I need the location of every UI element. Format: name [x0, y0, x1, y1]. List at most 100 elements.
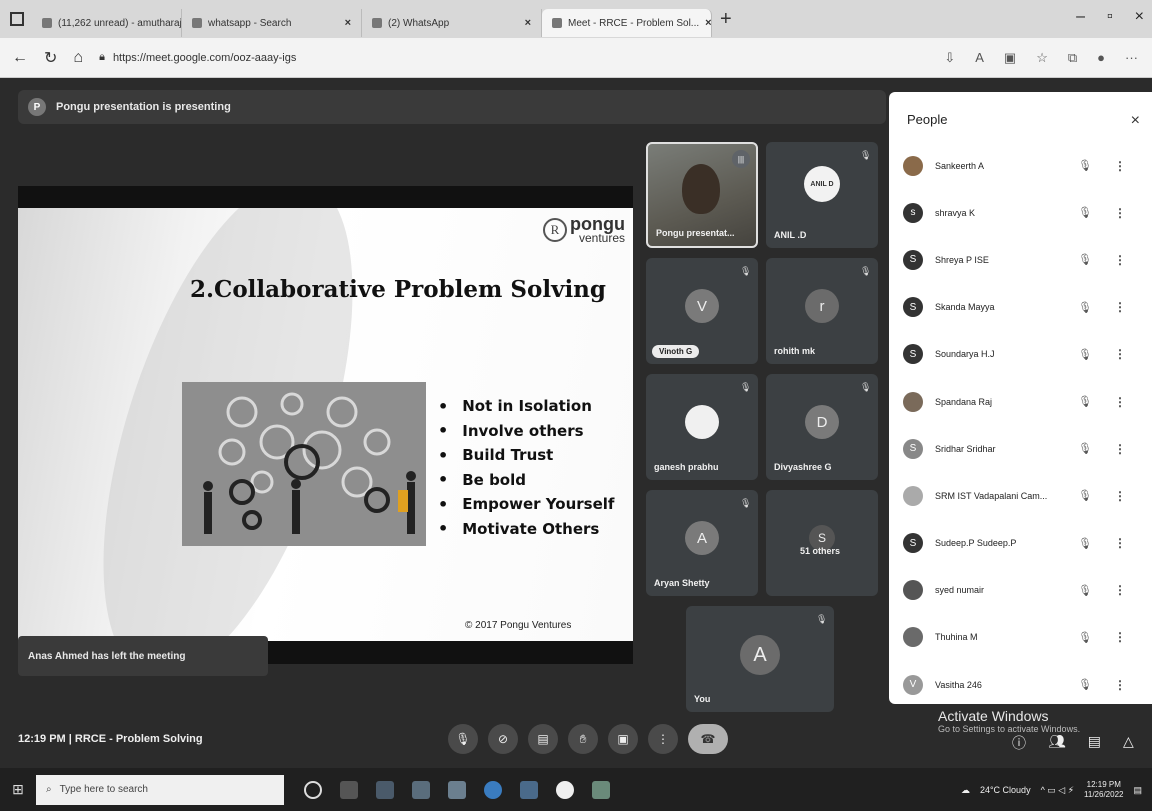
participant-row[interactable]: S Shreya P ISE 🎙︎ ⋮ — [889, 236, 1152, 283]
tab-meet[interactable]: Meet - RRCE - Problem Sol... × — [542, 9, 712, 37]
tray-icons[interactable]: ^ ▭ ◁ ⚡︎ — [1041, 785, 1074, 796]
taskbar-apps — [304, 780, 610, 799]
chat-icon[interactable]: ▤ — [1088, 733, 1101, 753]
edge-icon[interactable] — [484, 780, 502, 799]
raise-hand-icon[interactable]: ✋︎ — [568, 724, 598, 754]
mic-off-icon: 🎙︎ — [740, 382, 752, 392]
participant-avatar: A — [685, 521, 719, 555]
more-vert-icon[interactable]: ⋮ — [1114, 206, 1126, 220]
participant-tile-anil[interactable]: 🎙︎ ANIL D ANIL .D — [766, 142, 878, 248]
participant-row[interactable]: S Sridhar Sridhar 🎙︎ ⋮ — [889, 425, 1152, 472]
more-icon[interactable]: ··· — [1125, 50, 1138, 66]
new-tab-button[interactable]: + — [720, 8, 732, 31]
participant-name: Shreya P ISE — [935, 254, 989, 265]
participant-tile-you[interactable]: 🎙︎ A You — [686, 606, 834, 712]
more-vert-icon[interactable]: ⋮ — [1114, 347, 1126, 361]
close-icon[interactable]: × — [345, 17, 351, 29]
close-icon[interactable]: × — [1131, 112, 1140, 130]
activities-icon[interactable]: △ — [1123, 733, 1134, 753]
file-explorer-icon[interactable] — [448, 780, 466, 799]
minimize-icon[interactable]: – — [1076, 8, 1085, 26]
captions-icon[interactable]: ▤ — [528, 724, 558, 754]
participant-row[interactable]: Sankeerth A 🎙︎ ⋮ — [889, 142, 1152, 189]
more-vert-icon[interactable]: ⋮ — [648, 724, 678, 754]
camera-off-icon[interactable]: ⊘ — [488, 724, 518, 754]
mic-off-icon[interactable]: 🎙︎ — [448, 724, 478, 754]
activate-title: Activate Windows — [938, 708, 1049, 724]
more-vert-icon[interactable]: ⋮ — [1114, 536, 1126, 550]
maximize-icon[interactable]: ▫ — [1107, 8, 1113, 26]
participant-row[interactable]: Spandana Raj 🎙︎ ⋮ — [889, 378, 1152, 425]
participant-row[interactable]: s shravya K 🎙︎ ⋮ — [889, 189, 1152, 236]
taskbar-search[interactable]: ⌕ Type here to search — [36, 774, 284, 805]
mic-off-icon: 🎙︎ — [1078, 443, 1092, 456]
refresh-icon[interactable]: ↻ — [44, 48, 57, 68]
participant-avatar: V — [903, 674, 923, 695]
participant-tile-vinoth[interactable]: 🎙︎ V Vinoth G — [646, 258, 758, 364]
present-icon[interactable]: ▣ — [608, 724, 638, 754]
more-vert-icon[interactable]: ⋮ — [1114, 159, 1126, 173]
bullet-item: Not in Isolation — [438, 394, 614, 419]
participant-row[interactable]: SRM IST Vadapalani Cam... 🎙︎ ⋮ — [889, 472, 1152, 519]
favorites-icon[interactable]: ☆ — [1036, 50, 1048, 66]
people-icon[interactable]: 👥︎ — [1048, 733, 1066, 753]
participant-row[interactable]: S Skanda Mayya 🎙︎ ⋮ — [889, 284, 1152, 331]
cortana-icon[interactable] — [304, 780, 322, 799]
profile-icon[interactable]: ● — [1097, 50, 1105, 66]
participant-row[interactable]: Thuhina M 🎙︎ ⋮ — [889, 614, 1152, 661]
participant-avatar: S — [903, 249, 923, 270]
participant-row[interactable]: V Vasitha 246 🎙︎ ⋮ — [889, 661, 1152, 704]
tile-name: ANIL .D — [774, 230, 807, 240]
tab-icon[interactable]: ▣ — [1004, 50, 1016, 66]
close-icon[interactable]: × — [525, 17, 531, 29]
mail-icon[interactable] — [520, 780, 538, 799]
windows-start-icon[interactable]: ⊞ — [0, 781, 36, 798]
close-icon[interactable]: × — [1135, 8, 1144, 26]
more-vert-icon[interactable]: ⋮ — [1114, 630, 1126, 644]
home-icon[interactable]: ⌂ — [73, 49, 83, 67]
notifications-icon[interactable]: ▤ — [1133, 785, 1142, 796]
participant-tile-aryan[interactable]: 🎙︎ A Aryan Shetty — [646, 490, 758, 596]
participant-tile-ganesh[interactable]: 🎙︎ ganesh prabhu — [646, 374, 758, 480]
participant-row[interactable]: S Sudeep.P Sudeep.P 🎙︎ ⋮ — [889, 520, 1152, 567]
participant-row[interactable]: S Soundarya H.J 🎙︎ ⋮ — [889, 331, 1152, 378]
participant-tile-divyashree[interactable]: 🎙︎ D Divyashree G — [766, 374, 878, 480]
end-call-icon[interactable]: ☎︎ — [688, 724, 728, 754]
more-vert-icon[interactable]: ⋮ — [1114, 395, 1126, 409]
tab-whatsapp[interactable]: (2) WhatsApp × — [362, 9, 542, 37]
logo-brand: pongu — [570, 214, 625, 234]
download-icon[interactable]: ⇩ — [944, 50, 955, 66]
back-icon[interactable]: ← — [12, 49, 28, 67]
task-view-icon[interactable] — [340, 780, 358, 799]
meet-icon — [552, 18, 562, 28]
participant-avatar — [903, 485, 923, 506]
participant-name: Sridhar Sridhar — [935, 443, 996, 454]
mic-off-icon: 🎙︎ — [860, 382, 872, 392]
chrome-icon[interactable] — [556, 780, 574, 799]
more-vert-icon[interactable]: ⋮ — [1114, 678, 1126, 692]
collections-icon[interactable]: ⧉ — [1068, 50, 1077, 66]
tab-search[interactable]: whatsapp - Search × — [182, 9, 362, 37]
close-icon[interactable]: × — [705, 17, 711, 29]
more-vert-icon[interactable]: ⋮ — [1114, 300, 1126, 314]
mic-off-icon: 🎙︎ — [1078, 301, 1092, 314]
participant-tile-presenter[interactable]: ||| Pongu presentat... — [646, 142, 758, 248]
tab-actions-icon[interactable] — [10, 12, 24, 26]
weather-text[interactable]: 24°C Cloudy — [980, 785, 1031, 795]
clock[interactable]: 12:19 PM 11/26/2022 — [1084, 780, 1123, 800]
more-vert-icon[interactable]: ⋮ — [1114, 583, 1126, 597]
app-icon[interactable] — [412, 780, 430, 799]
more-vert-icon[interactable]: ⋮ — [1114, 489, 1126, 503]
app-icon[interactable] — [592, 780, 610, 799]
read-aloud-icon[interactable]: A — [975, 50, 984, 66]
tab-mail[interactable]: (11,262 unread) - amutharaj@... × — [32, 9, 182, 37]
app-icon[interactable] — [376, 780, 394, 799]
more-vert-icon[interactable]: ⋮ — [1114, 253, 1126, 267]
participant-tile-rohith[interactable]: 🎙︎ r rohith mk — [766, 258, 878, 364]
participant-tile-others[interactable]: S 51 others — [766, 490, 878, 596]
more-vert-icon[interactable]: ⋮ — [1114, 442, 1126, 456]
url-field[interactable]: 🔒︎ https://meet.google.com/ooz-aaay-igs — [99, 51, 928, 64]
participant-row[interactable]: syed numair 🎙︎ ⋮ — [889, 567, 1152, 614]
participant-avatar — [903, 155, 923, 176]
info-icon[interactable]: ⓘ — [1012, 733, 1026, 753]
